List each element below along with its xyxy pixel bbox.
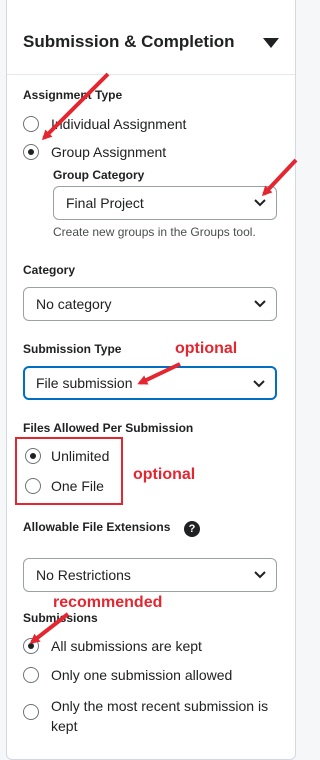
arrow-to-all-submissions — [29, 612, 70, 644]
arrow-to-group-category — [261, 158, 298, 197]
annotation-arrows — [29, 72, 298, 644]
arrow-to-submission-type — [137, 362, 181, 385]
arrow-to-group-assignment — [41, 72, 110, 141]
